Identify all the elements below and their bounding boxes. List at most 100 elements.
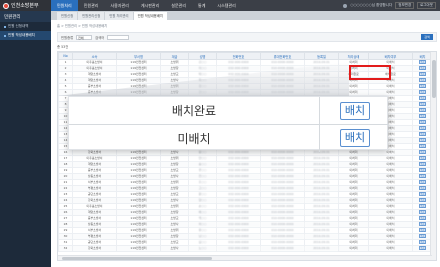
horizontal-scrollbar[interactable]	[58, 255, 432, 260]
vertical-scrollbar[interactable]	[430, 52, 436, 260]
assign-button[interactable]: 배치	[419, 198, 426, 202]
assign-button[interactable]: 배치	[419, 150, 426, 154]
sidebar-item[interactable]: 민원 신청내역	[0, 22, 51, 31]
zoom-row-unassigned: 미배치 배치	[69, 124, 389, 152]
assign-button[interactable]: 배치	[419, 120, 426, 124]
assign-button[interactable]: 배치	[419, 132, 426, 136]
assign-button[interactable]: 배치	[419, 222, 426, 226]
column-header[interactable]: 부서명	[116, 52, 161, 60]
cell-no: 32	[58, 245, 73, 252]
assign-button[interactable]: 배치	[419, 60, 426, 64]
assign-button[interactable]: 배치	[419, 90, 426, 94]
assign-button[interactable]: 배치	[419, 144, 426, 148]
logo-emblem-icon	[3, 2, 9, 9]
column-header[interactable]: No	[58, 52, 73, 60]
assign-button[interactable]: 배치	[419, 192, 426, 196]
nav-item[interactable]: 설문관리	[165, 0, 192, 11]
sidebar-heading: 민원관리	[0, 11, 51, 22]
assign-button[interactable]: 배치	[419, 162, 426, 166]
cell-state: 미처리	[338, 245, 369, 252]
assign-button[interactable]: 배치	[419, 78, 426, 82]
assign-button[interactable]: 배치	[419, 138, 426, 142]
assign-button[interactable]: 배치	[419, 204, 426, 208]
zoom-assign-button[interactable]: 배치	[340, 129, 370, 147]
assign-button[interactable]: 배치	[419, 246, 426, 250]
zoom-status-assigned: 배치완료	[171, 104, 217, 118]
sidebar-item-label: 민원 작성내용배치	[8, 33, 35, 37]
assign-button[interactable]: 배치	[419, 240, 426, 244]
assign-button[interactable]: 배치	[419, 96, 426, 100]
assign-button[interactable]: 배치	[419, 102, 426, 106]
logo[interactable]: 인천소방본부	[0, 0, 51, 11]
cell-rank: 소방사	[160, 245, 189, 252]
total-count: 총 53건	[57, 45, 69, 49]
sidebar-item[interactable]: 민원 작성내용배치	[0, 31, 51, 40]
assign-button[interactable]: 배치	[419, 210, 426, 214]
assign-button[interactable]: 배치	[419, 108, 426, 112]
filter-type-label: 민원종류	[61, 35, 74, 40]
assign-button[interactable]: 배치	[419, 156, 426, 160]
table-row[interactable]: 32 강화소방서 119안전센터 소방사 노○○ 032-000-0000 010-0000…	[58, 245, 433, 252]
filter-keyword-label: 검색어	[95, 35, 105, 40]
cell-mobile: 010-0000-0000	[260, 245, 305, 252]
tab[interactable]: 민원 작성내용배치	[133, 12, 167, 20]
zoom-status-unassigned: 미배치	[177, 131, 211, 146]
cell-dept: 강화소방서	[72, 245, 117, 252]
assign-button[interactable]: 배치	[419, 186, 426, 190]
results-table: No 소속 부서명 계급 성명 전화번호 휴대전화번호 등록일 처리상태 배치여부배치 1 미추홀소…	[58, 52, 433, 252]
assign-button[interactable]: 배치	[419, 228, 426, 232]
assign-button[interactable]: 배치	[419, 84, 426, 88]
nav-item[interactable]: 시스템관리	[211, 0, 241, 11]
assign-button[interactable]: 배치	[419, 180, 426, 184]
nav-item[interactable]: 통계	[192, 0, 211, 11]
user-area: ○○○○○○○님 환영합니다 정보변경 로그아웃	[343, 0, 436, 11]
tab-bar: 민원신청 민원관리신청 민원 처리관리 민원 작성내용배치	[51, 11, 440, 20]
vertical-scroll-thumb[interactable]	[432, 60, 436, 98]
search-button[interactable]: 검색	[421, 34, 433, 40]
nav-item[interactable]: 게시판관리	[135, 0, 165, 11]
nav-item[interactable]: 사용자관리	[104, 0, 134, 11]
assign-button[interactable]: 배치	[419, 174, 426, 178]
app-window: 인천소방본부 민원처리 민원관리 사용자관리 게시판관리 설문관리 통계 시스템관리 ○○○…	[0, 0, 440, 267]
nav-item[interactable]: 민원처리	[51, 0, 78, 11]
tab[interactable]: 민원신청	[57, 12, 78, 20]
column-header[interactable]: 등록일	[304, 52, 339, 60]
zoom-callout: 배치완료 배치 미배치 배치	[68, 96, 389, 152]
column-header[interactable]: 처리상태	[338, 52, 369, 60]
assign-button[interactable]: 배치	[419, 216, 426, 220]
main-nav: 민원처리 민원관리 사용자관리 게시판관리 설문관리 통계 시스템관리	[51, 0, 242, 11]
sidebar-item-label: 민원 신청내역	[8, 24, 29, 28]
assign-button[interactable]: 배치	[419, 114, 426, 118]
column-header[interactable]: 휴대전화번호	[260, 52, 305, 60]
zoom-divider	[319, 97, 320, 124]
column-header[interactable]: 성명	[188, 52, 217, 60]
app-title: 인천소방본부	[11, 3, 39, 9]
column-header[interactable]: 소속	[72, 52, 117, 60]
assign-button[interactable]: 배치	[419, 66, 426, 70]
horizontal-scroll-thumb[interactable]	[62, 257, 212, 260]
tab[interactable]: 민원관리신청	[78, 12, 105, 20]
assign-button[interactable]: 배치	[419, 234, 426, 238]
zoom-row-assigned: 배치완료 배치	[69, 97, 389, 124]
sidebar: 민원관리 민원 신청내역민원 작성내용배치	[0, 11, 51, 267]
filter-bar: 민원종류 전체 검색어 검색	[57, 32, 437, 42]
column-header[interactable]: 배치여부	[368, 52, 413, 60]
table-body: 1 미추홀소방서 119안전센터 소방위 김○○ 032-000-0000 010-0000…	[58, 59, 433, 252]
keyword-input[interactable]	[107, 34, 130, 40]
filter-type-select[interactable]: 전체	[76, 34, 93, 40]
user-icon	[343, 3, 348, 8]
sidebar-heading-label: 민원관리	[4, 14, 21, 20]
profile-button[interactable]: 정보변경	[395, 2, 415, 9]
assign-button[interactable]: 배치	[419, 72, 426, 76]
assign-button[interactable]: 배치	[419, 168, 426, 172]
zoom-assign-button[interactable]: 배치	[340, 101, 370, 120]
tab[interactable]: 민원 처리관리	[105, 12, 133, 20]
sidebar-items: 민원 신청내역민원 작성내용배치	[0, 22, 51, 40]
cell-date: 2016.09.01	[304, 245, 339, 252]
assign-button[interactable]: 배치	[419, 126, 426, 130]
logout-button[interactable]: 로그아웃	[417, 2, 436, 9]
column-header[interactable]: 전화번호	[216, 52, 261, 60]
nav-item[interactable]: 민원관리	[78, 0, 105, 11]
data-grid: No 소속 부서명 계급 성명 전화번호 휴대전화번호 등록일 처리상태 배치여부배치 1 미추홀소…	[57, 51, 437, 261]
column-header[interactable]: 계급	[160, 52, 189, 60]
